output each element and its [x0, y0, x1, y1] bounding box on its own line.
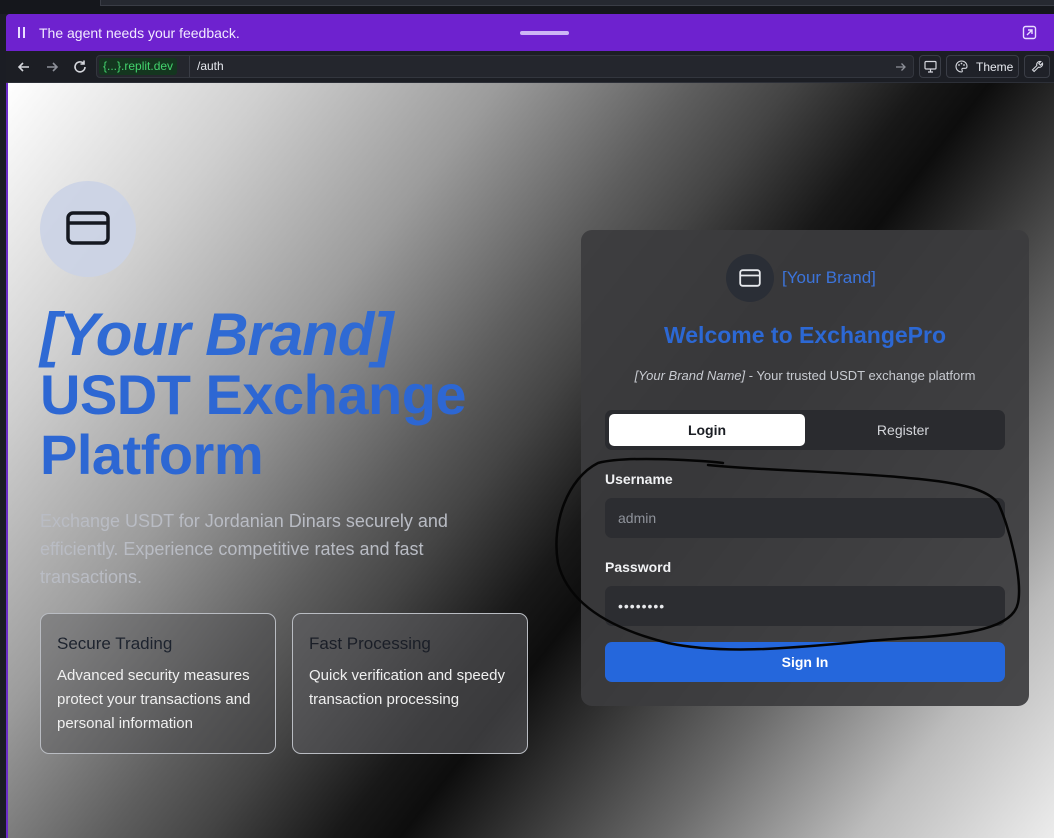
- theme-label: Theme: [976, 60, 1014, 74]
- brand-logo: [40, 181, 136, 277]
- go-arrow-icon[interactable]: [895, 61, 907, 73]
- popout-icon[interactable]: [1022, 25, 1037, 40]
- feature-text: Quick verification and speedy transactio…: [309, 667, 505, 708]
- tab-register[interactable]: Register: [805, 414, 1001, 446]
- tab-login[interactable]: Login: [609, 414, 805, 446]
- subtitle-brand: [Your Brand Name]: [634, 368, 746, 383]
- url-path: /auth: [197, 59, 224, 73]
- hero-brand: [Your Brand]: [40, 301, 393, 368]
- feedback-bar: The agent needs your feedback.: [6, 14, 1054, 51]
- username-input[interactable]: admin: [605, 498, 1005, 538]
- card-logo: [726, 254, 774, 302]
- subtitle-text: - Your trusted USDT exchange platform: [745, 368, 976, 383]
- reload-icon[interactable]: [72, 59, 88, 75]
- auth-page: [Your Brand] USDT Exchange Platform Exch…: [8, 83, 1054, 838]
- feedback-message: The agent needs your feedback.: [39, 25, 240, 41]
- pause-icon[interactable]: [18, 27, 26, 38]
- auth-card: [Your Brand] Welcome to ExchangePro [You…: [581, 230, 1029, 706]
- drag-handle[interactable]: [520, 31, 569, 35]
- forward-arrow-icon[interactable]: [44, 59, 60, 75]
- username-label: Username: [605, 471, 673, 487]
- credit-card-icon: [739, 269, 761, 287]
- sign-in-button[interactable]: Sign In: [605, 642, 1005, 682]
- preview-window: The agent needs your feedback. {...}.rep…: [6, 14, 1054, 838]
- card-brand: [Your Brand]: [782, 268, 876, 287]
- feature-title: Secure Trading: [57, 634, 173, 653]
- monitor-icon: [924, 60, 937, 73]
- hero-description: Exchange USDT for Jordanian Dinars secur…: [40, 511, 448, 587]
- device-button[interactable]: [919, 55, 941, 78]
- wrench-icon: [1031, 60, 1044, 73]
- feature-title: Fast Processing: [309, 634, 431, 653]
- browser-toolbar: {...}.replit.dev /auth Theme: [6, 51, 1054, 83]
- card-subtitle: [Your Brand Name] - Your trusted USDT ex…: [581, 368, 1029, 383]
- hero-title: USDT Exchange Platform: [40, 363, 467, 486]
- back-arrow-icon[interactable]: [16, 59, 32, 75]
- credit-card-icon: [66, 211, 110, 245]
- feature-card-secure: Secure Trading Advanced security measure…: [40, 613, 276, 754]
- password-label: Password: [605, 559, 672, 575]
- url-host: {...}.replit.dev: [99, 58, 178, 75]
- password-input[interactable]: ••••••••: [605, 586, 1005, 626]
- palette-icon: [955, 60, 968, 73]
- auth-tabs: Login Register: [605, 410, 1005, 450]
- feature-card-fast: Fast Processing Quick verification and s…: [292, 613, 528, 754]
- theme-button[interactable]: Theme: [946, 55, 1019, 78]
- url-bar[interactable]: {...}.replit.dev /auth: [96, 55, 914, 78]
- top-strip: [0, 0, 1054, 14]
- feature-text: Advanced security measures protect your …: [57, 667, 251, 732]
- card-title: Welcome to ExchangePro: [663, 322, 947, 348]
- devtools-button[interactable]: [1024, 55, 1050, 78]
